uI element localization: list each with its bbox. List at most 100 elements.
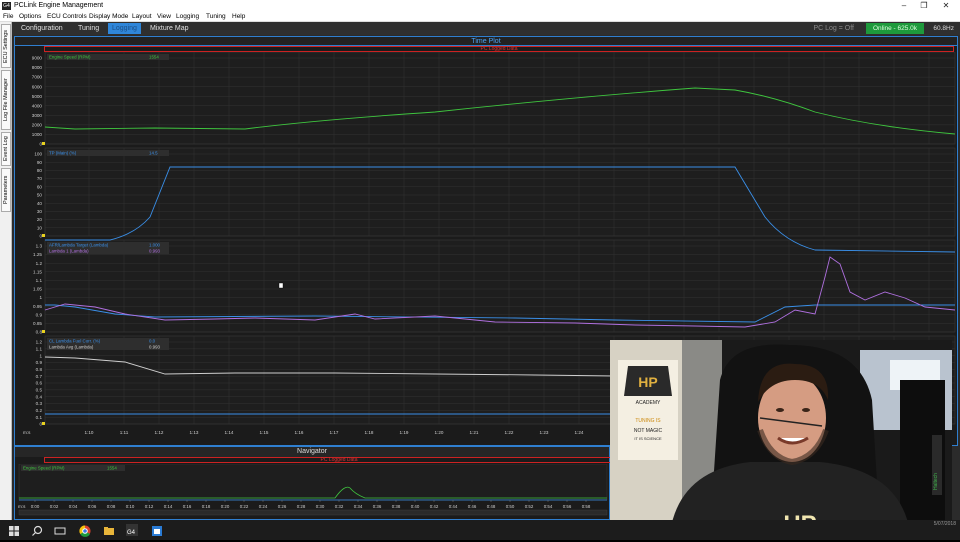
- seat-brand: Haltech: [933, 473, 939, 490]
- navigator-x-tick-label: 0:08: [107, 504, 116, 509]
- channel-name: TP (Main) (%): [49, 151, 77, 156]
- side-tab-parameters[interactable]: Parameters: [1, 168, 11, 212]
- y-tick-label: 1.25: [33, 252, 42, 257]
- navigator-x-tick-label: 0:14: [164, 504, 173, 509]
- x-tick-label: 1:16: [295, 430, 304, 435]
- navigator-x-tick-label: 0:38: [392, 504, 401, 509]
- navigator-scrollbar[interactable]: [18, 509, 608, 516]
- y-tick-label: 8000: [32, 65, 43, 70]
- cursor-marker[interactable]: [42, 330, 45, 333]
- x-tick-label: 1:11: [120, 430, 129, 435]
- menu-help[interactable]: Help: [232, 12, 245, 22]
- navigator-x-tick-label: 0:02: [50, 504, 59, 509]
- file-explorer-icon[interactable]: [103, 524, 115, 536]
- navigator-x-tick-label: 0:30: [316, 504, 325, 509]
- navigator-x-tick-label: 0:48: [487, 504, 496, 509]
- navigator-x-tick-label: 0:58: [582, 504, 591, 509]
- x-tick-label: 1:19: [400, 430, 409, 435]
- y-tick-label: 0.2: [36, 408, 43, 413]
- channel-name: Engine Speed (RPM): [49, 55, 91, 60]
- channel-value: 1.000: [149, 243, 161, 248]
- navigator-x-tick-label: 0:28: [297, 504, 306, 509]
- y-tick-label: 0.6: [36, 381, 43, 386]
- navigator-x-tick-label: 0:18: [202, 504, 211, 509]
- search-icon[interactable]: [31, 524, 43, 536]
- y-tick-label: 1.2: [36, 261, 43, 266]
- y-tick-label: 100: [34, 152, 42, 157]
- channel-value: 14.5: [149, 151, 158, 156]
- menu-file[interactable]: File: [3, 12, 13, 22]
- menu-logging[interactable]: Logging: [176, 12, 199, 22]
- side-tab-ecu-settings[interactable]: ECU Settings: [1, 24, 11, 68]
- menu-options[interactable]: Options: [19, 12, 41, 22]
- y-tick-label: 0.4: [36, 394, 43, 399]
- menu-view[interactable]: View: [157, 12, 171, 22]
- y-tick-label: 60: [37, 184, 43, 189]
- y-tick-label: 4000: [32, 103, 43, 108]
- windows-taskbar: G4 5/07/2018: [0, 520, 960, 540]
- y-tick-label: 30: [37, 209, 43, 214]
- tab-mixture-map[interactable]: Mixture Map: [146, 23, 193, 34]
- navigator-panel: Navigator PC Logged Data Engine Speed (R…: [14, 446, 634, 520]
- channel-name: AFR/Lambda Target (Lambda): [49, 243, 109, 248]
- menu-layout[interactable]: Layout: [132, 12, 152, 22]
- y-tick-label: 0.8: [36, 367, 43, 372]
- main-tab-bar: Configuration Tuning Logging Mixture Map…: [12, 22, 960, 35]
- y-tick-label: 0.1: [36, 415, 43, 420]
- plot-area[interactable]: [44, 147, 956, 237]
- side-tab-strip: ECU Settings Log File Manager Event Log …: [0, 22, 12, 520]
- tab-tuning[interactable]: Tuning: [74, 23, 103, 34]
- navigator-x-tick-label: 0:26: [278, 504, 287, 509]
- x-tick-label: 1:10: [85, 430, 94, 435]
- minimize-icon[interactable]: –: [894, 0, 914, 12]
- task-view-icon[interactable]: [54, 524, 66, 536]
- y-tick-label: 0: [39, 234, 42, 239]
- y-tick-label: 40: [37, 201, 43, 206]
- x-tick-label: 1:24: [575, 430, 584, 435]
- y-tick-label: 1.3: [36, 244, 43, 249]
- pclink-taskbar-icon[interactable]: G4: [126, 524, 138, 536]
- navigator-x-tick-label: 0:42: [430, 504, 439, 509]
- navigator-channel-value: 1554: [107, 466, 117, 471]
- plot-area[interactable]: [44, 52, 956, 145]
- y-tick-label: 1.2: [36, 340, 43, 345]
- y-tick-label: 10: [37, 225, 43, 230]
- side-tab-event-log[interactable]: Event Log: [1, 132, 11, 166]
- y-tick-label: 6000: [32, 84, 43, 89]
- channel-name: Lambda 1 (Lambda): [49, 249, 89, 254]
- x-tick-label: 1:13: [190, 430, 199, 435]
- navigator-x-tick-label: 0:34: [354, 504, 363, 509]
- windows-start-icon[interactable]: [8, 524, 20, 536]
- tab-configuration[interactable]: Configuration: [17, 23, 67, 34]
- chrome-icon[interactable]: [79, 524, 91, 537]
- cursor-marker[interactable]: [42, 234, 45, 237]
- menu-display-mode[interactable]: Display Mode: [89, 12, 128, 22]
- pclink-window: G4 PCLink Engine Management – ❐ ✕ File O…: [0, 0, 960, 540]
- close-icon[interactable]: ✕: [936, 0, 956, 12]
- navigator-x-tick-label: 0:00: [31, 504, 40, 509]
- navigator-chart[interactable]: Engine Speed (RPM) 1554 m:s 0:00 0:02 0:04 0:0…: [15, 464, 609, 520]
- app-window-icon[interactable]: [151, 524, 163, 536]
- menu-tuning[interactable]: Tuning: [206, 12, 226, 22]
- cursor-marker[interactable]: [42, 142, 45, 145]
- y-tick-label: 0.9: [36, 360, 43, 365]
- menu-ecu-controls[interactable]: ECU Controls: [47, 12, 87, 22]
- navigator-logged-bar[interactable]: PC Logged Data: [44, 457, 634, 463]
- y-tick-label: 5000: [32, 94, 43, 99]
- y-tick-label: 1000: [32, 132, 43, 137]
- x-tick-label: 1:17: [330, 430, 339, 435]
- taskbar-date: 5/07/2018: [933, 521, 956, 527]
- channel-name: CL Lambda Fuel Corr. (%): [49, 339, 101, 344]
- y-tick-label: 1.1: [36, 278, 43, 283]
- y-tick-label: 7000: [32, 75, 43, 80]
- x-tick-label: 1:12: [155, 430, 164, 435]
- side-tab-log-file-manager[interactable]: Log File Manager: [1, 70, 11, 130]
- update-rate: 60.8Hz: [933, 25, 954, 32]
- maximize-icon[interactable]: ❐: [914, 0, 934, 12]
- cursor-marker[interactable]: [42, 422, 45, 425]
- y-tick-label: 0.85: [33, 321, 42, 326]
- y-tick-label: 0: [39, 142, 42, 147]
- y-tick-label: 0.9: [36, 312, 43, 317]
- tab-logging[interactable]: Logging: [108, 23, 141, 34]
- x-axis-unit: m:s: [23, 430, 31, 435]
